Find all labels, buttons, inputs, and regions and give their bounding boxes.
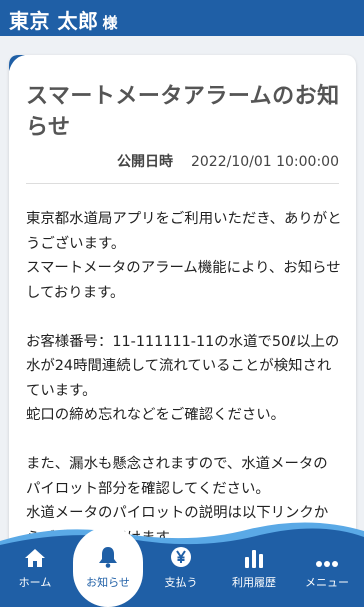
bar-chart-icon: [245, 550, 263, 568]
nav-item-menu[interactable]: メニュー: [292, 544, 362, 596]
divider: [26, 183, 339, 184]
user-honorific: 様: [102, 14, 118, 32]
nav-item-home[interactable]: ホーム: [0, 544, 70, 596]
home-icon: [25, 549, 45, 567]
published-datetime: 公開日時 2022/10/01 10:00:00: [117, 151, 339, 171]
card-corner-accent: [9, 55, 25, 71]
nav-label: お知らせ: [86, 576, 130, 589]
nav-item-usage-history[interactable]: 利用履歴: [219, 544, 289, 596]
notice-title: スマートメータアラームのお知らせ: [26, 84, 340, 140]
nav-label: 利用履歴: [232, 576, 276, 589]
notice-body[interactable]: 東京都水道局アプリをご利用いただき、ありがとうございます。 スマートメータのアラ…: [26, 207, 342, 555]
notice-card: スマートメータアラームのお知らせ 公開日時 2022/10/01 10:00:00…: [9, 55, 356, 555]
more-dots-icon: [316, 561, 338, 567]
notice-paragraph: 東京都水道局アプリをご利用いただき、ありがとうございます。 スマートメータのアラ…: [26, 211, 342, 301]
bell-icon: [99, 547, 117, 568]
published-label: 公開日時: [116, 154, 173, 170]
app-header: 東京 太郎様: [0, 0, 364, 36]
nav-label: 支払う: [164, 576, 198, 589]
bottom-navigation: ホーム お知らせ 支払う 利用履歴 メニュー: [0, 511, 364, 607]
notice-paragraph: お客様番号：11-111111-11の水道で50ℓ以上の水が24時間連続して流れ…: [26, 333, 340, 424]
nav-item-notices[interactable]: お知らせ: [73, 544, 143, 596]
yen-icon: [171, 547, 191, 567]
published-value: 2022/10/01 10:00:00: [190, 154, 339, 170]
nav-item-payment[interactable]: 支払う: [146, 544, 216, 596]
user-name: 東京 太郎様: [9, 9, 118, 33]
nav-label: ホーム: [18, 576, 52, 589]
nav-label: メニュー: [305, 576, 349, 589]
